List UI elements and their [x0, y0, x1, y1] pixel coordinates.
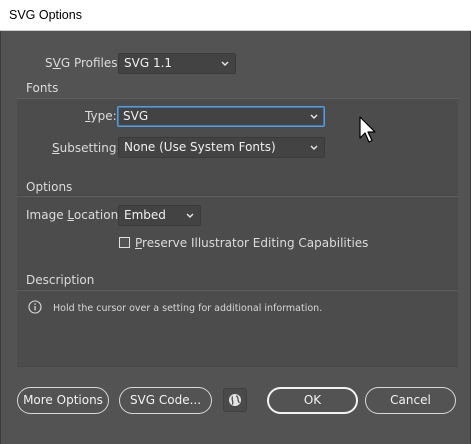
- description-group: [17, 290, 458, 367]
- image-location-value: Embed: [124, 208, 166, 222]
- svg-options-dialog: SVG Profiles: SVG 1.1 Fonts Type: SVG Su…: [0, 31, 471, 444]
- svg-code-button[interactable]: SVG Code...: [119, 387, 212, 414]
- subsetting-select[interactable]: None (Use System Fonts): [118, 137, 325, 158]
- options-section-label: Options: [26, 180, 73, 194]
- subsetting-value: None (Use System Fonts): [124, 140, 276, 154]
- svg-profiles-label: SVG Profiles:: [45, 56, 122, 70]
- mouse-pointer-icon: [359, 116, 376, 143]
- subsetting-label: Subsetting:: [52, 141, 121, 155]
- fonts-section-label: Fonts: [26, 81, 59, 95]
- preserve-editing-label[interactable]: Preserve Illustrator Editing Capabilitie…: [135, 236, 368, 250]
- image-location-select[interactable]: Embed: [118, 205, 201, 226]
- description-section-label: Description: [26, 273, 95, 287]
- chevron-down-icon: [221, 61, 229, 66]
- title-bar: SVG Options: [0, 0, 471, 31]
- chevron-down-icon: [310, 114, 318, 119]
- ok-button[interactable]: OK: [267, 387, 358, 414]
- description-text: Hold the cursor over a setting for addit…: [53, 303, 323, 314]
- font-type-select[interactable]: SVG: [117, 106, 325, 127]
- image-location-label: Image Location:: [26, 208, 123, 222]
- more-options-button[interactable]: More Options: [17, 387, 109, 414]
- window-title: SVG Options: [9, 8, 82, 22]
- chevron-down-icon: [310, 145, 318, 150]
- globe-icon: [229, 394, 241, 406]
- font-type-value: SVG: [123, 109, 149, 123]
- svg-profiles-select[interactable]: SVG 1.1: [118, 53, 236, 74]
- preserve-editing-checkbox[interactable]: [119, 237, 130, 248]
- chevron-down-icon: [186, 213, 194, 218]
- cancel-button[interactable]: Cancel: [365, 387, 456, 414]
- font-type-label: Type:: [85, 109, 117, 123]
- web-preview-button[interactable]: [223, 388, 247, 412]
- svg-profiles-value: SVG 1.1: [124, 56, 173, 70]
- info-icon: [28, 300, 42, 314]
